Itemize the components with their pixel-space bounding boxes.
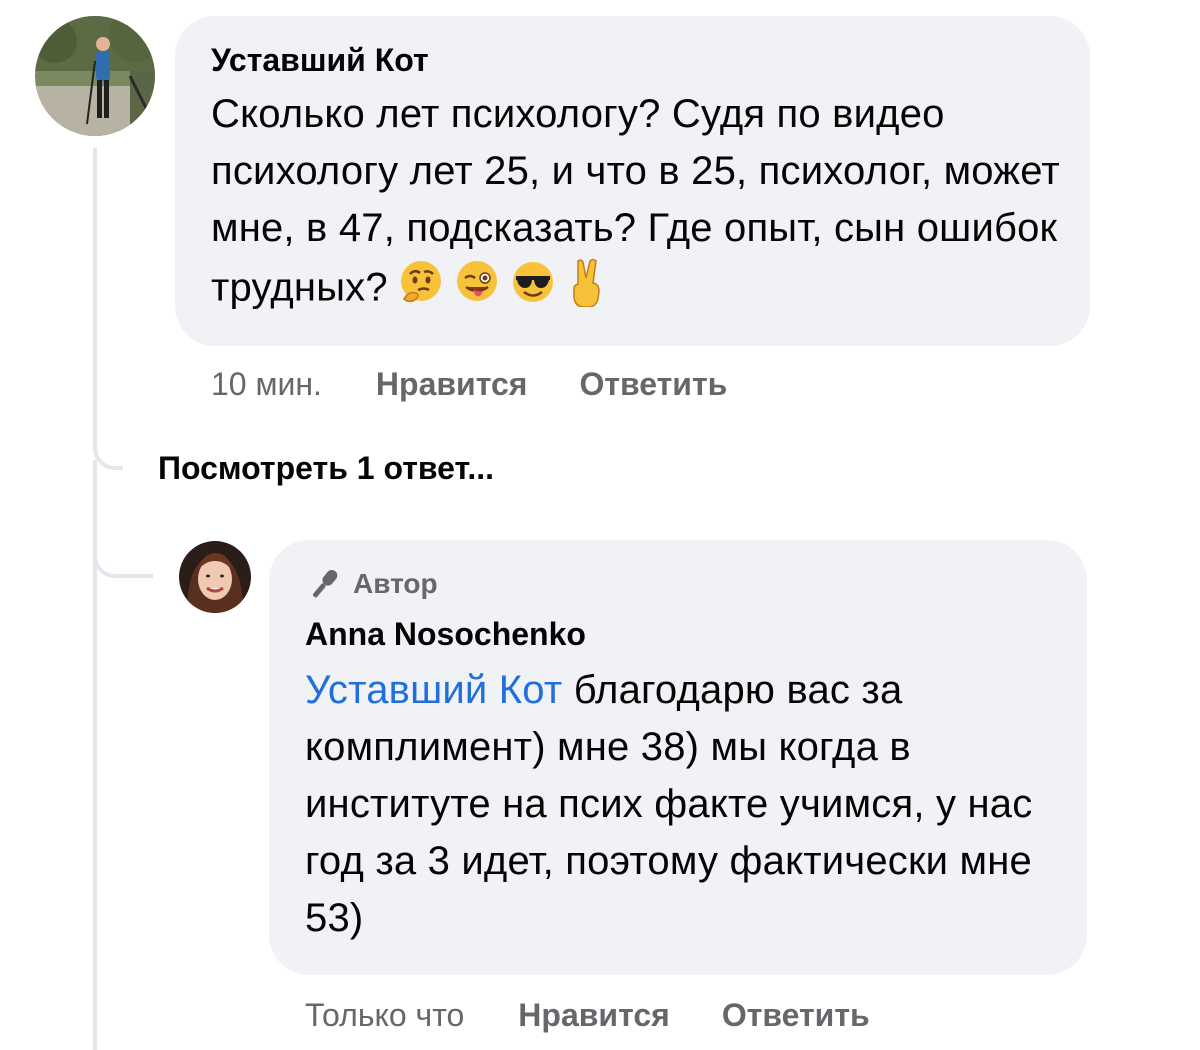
victory-hand-icon [566,257,606,323]
avatar-anna-nosochenko[interactable] [179,541,251,613]
reply-timestamp[interactable]: Только что [305,995,464,1035]
comment-author-name[interactable]: Уставший Кот [211,40,1054,80]
avatar-ustavshiy-kot[interactable] [35,16,155,136]
view-replies-link[interactable]: Посмотреть 1 ответ... [158,448,494,488]
reply-text: Уставший Кот благодарю вас за комплимент… [305,662,1053,947]
thinking-face-icon [398,259,444,321]
comment-text: Сколько лет психологу? Судя по видео пси… [211,86,1061,323]
comment-bubble: Уставший Кот Сколько лет психологу? Судя… [175,16,1090,346]
winking-tongue-face-icon [454,259,500,321]
thread-curve-reply [93,530,153,578]
reply-author-name[interactable]: Anna Nosochenko [305,614,1051,654]
reply-bubble: Автор Anna Nosochenko Уставший Кот благо… [269,540,1087,975]
reply-reply-button[interactable]: Ответить [722,995,870,1035]
thread-line-main [93,148,97,423]
thread-curve-view-replies [93,418,123,470]
sunglasses-face-icon [510,259,556,321]
comment-meta: 10 мин. Нравится Ответить [211,364,727,404]
comment-timestamp[interactable]: 10 мин. [211,364,322,404]
reply-mention-link[interactable]: Уставший Кот [305,668,562,712]
avatar-photo-icon [179,541,251,613]
comment-like-button[interactable]: Нравится [376,364,528,404]
avatar-photo-icon [35,16,155,136]
reply-like-button[interactable]: Нравится [518,995,670,1035]
author-badge-label: Автор [353,568,438,599]
comment-body: Сколько лет психологу? Судя по видео пси… [211,92,1060,310]
author-badge: Автор [305,566,1051,602]
comment-reply-button[interactable]: Ответить [579,364,727,404]
microphone-icon [305,566,343,602]
reply-meta: Только что Нравится Ответить [305,995,870,1035]
